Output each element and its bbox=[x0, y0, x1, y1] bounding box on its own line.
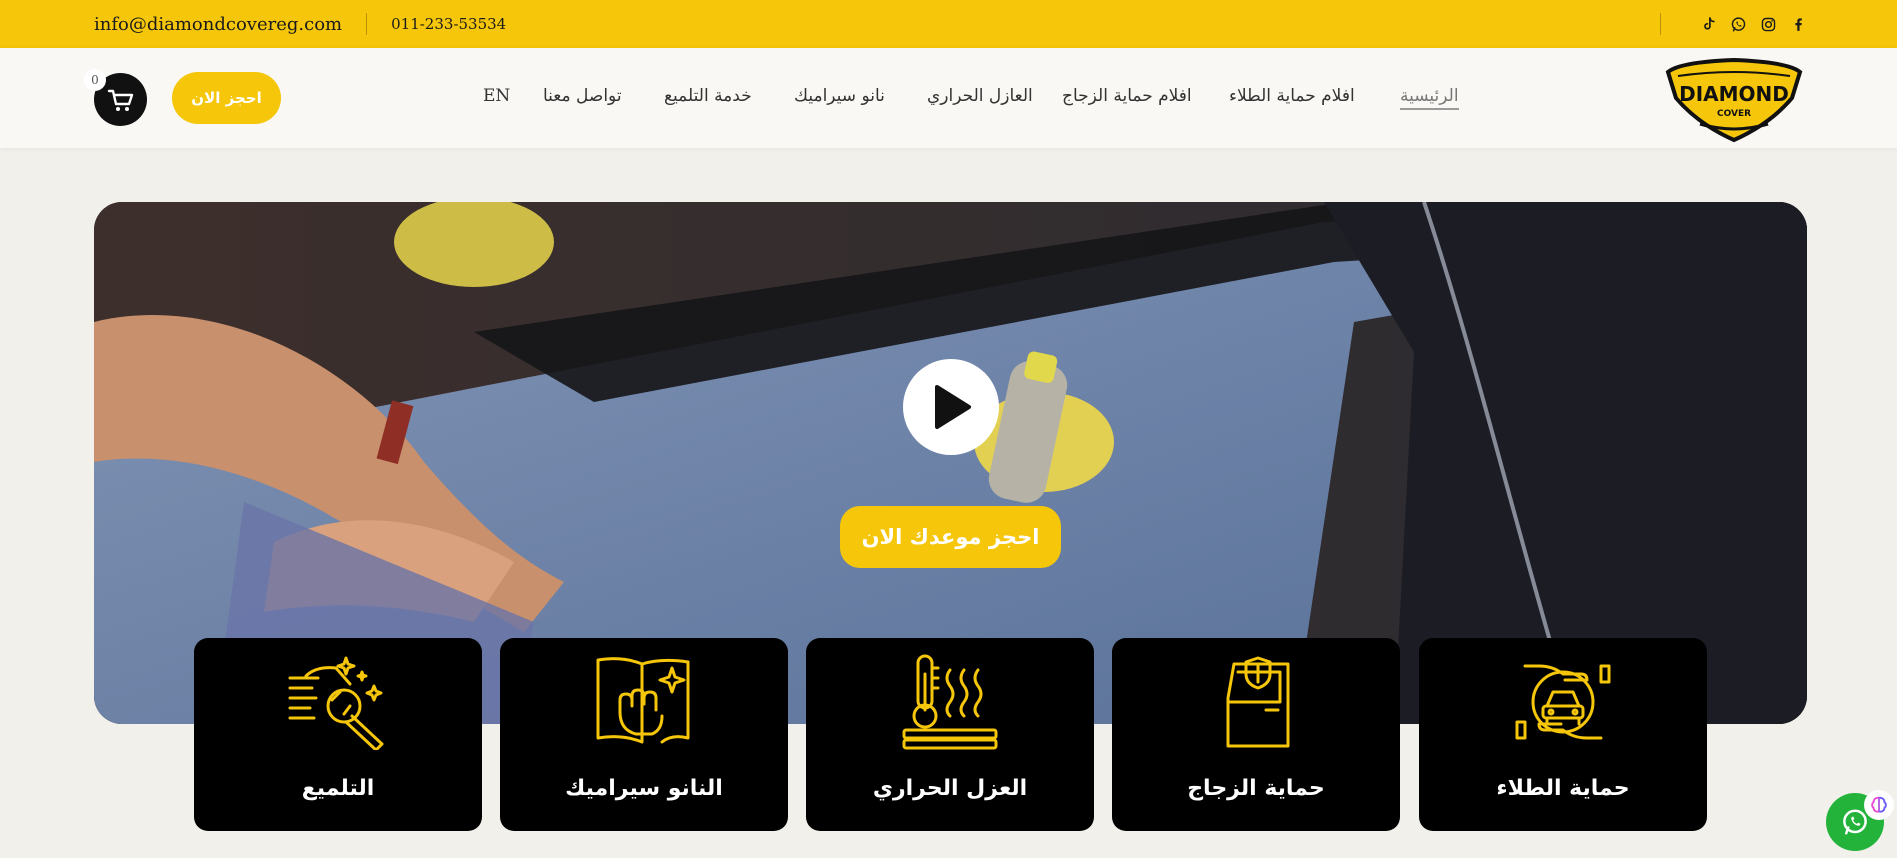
divider bbox=[1660, 13, 1661, 35]
divider bbox=[366, 13, 368, 35]
service-title: حماية الزجاج bbox=[1187, 776, 1325, 801]
facebook-icon[interactable] bbox=[1789, 15, 1807, 33]
phone-link[interactable]: 011-233-53534 bbox=[391, 15, 506, 33]
book-now-button[interactable]: احجز الان bbox=[172, 72, 281, 124]
instagram-icon[interactable] bbox=[1759, 15, 1777, 33]
contact-info: info@diamondcovereg.com 011-233-53534 bbox=[94, 13, 506, 35]
nav-item-paint-films[interactable]: افلام حماية الطلاء bbox=[1229, 86, 1355, 106]
thermometer-heat-icon bbox=[898, 654, 1002, 750]
logo-subtext: COVER bbox=[1717, 109, 1751, 119]
email-link[interactable]: info@diamondcovereg.com bbox=[94, 14, 342, 35]
hand-cloth-sparkle-icon bbox=[592, 654, 696, 750]
nav-item-nano-ceramic[interactable]: نانو سيراميك bbox=[794, 86, 885, 106]
top-bar: info@diamondcovereg.com 011-233-53534 bbox=[0, 0, 1897, 48]
car-protection-icon bbox=[1511, 654, 1615, 750]
main-header: 0 احجز الان EN تواصل معنا خدمة التلميع ن… bbox=[0, 48, 1897, 148]
brain-icon[interactable] bbox=[1864, 790, 1894, 820]
service-card-glass-protection[interactable]: حماية الزجاج bbox=[1112, 638, 1400, 831]
nav-item-home[interactable]: الرئيسية bbox=[1400, 86, 1459, 110]
service-card-heat-insulation[interactable]: العزل الحراري bbox=[806, 638, 1094, 831]
nav-item-glass-films[interactable]: افلام حماية الزجاج bbox=[1062, 86, 1192, 106]
service-title: حماية الطلاء bbox=[1496, 776, 1630, 801]
cart-button[interactable]: 0 bbox=[84, 69, 147, 126]
play-button[interactable] bbox=[903, 359, 999, 455]
service-card-nano-ceramic[interactable]: النانو سيراميك bbox=[500, 638, 788, 831]
social-links bbox=[1660, 13, 1807, 35]
nav-item-language[interactable]: EN bbox=[483, 86, 510, 106]
diamond-cover-logo[interactable]: DIAMOND COVER bbox=[1660, 54, 1808, 144]
service-title: النانو سيراميك bbox=[565, 776, 723, 801]
nav-item-polishing[interactable]: خدمة التلميع bbox=[664, 86, 752, 106]
logo-text: DIAMOND bbox=[1679, 82, 1789, 106]
book-appointment-button[interactable]: احجز موعدك الان bbox=[840, 506, 1061, 568]
nav-item-heat-insulation[interactable]: العازل الحراري bbox=[927, 86, 1033, 106]
whatsapp-icon[interactable] bbox=[1729, 15, 1747, 33]
play-icon bbox=[935, 385, 971, 429]
cart-count-badge: 0 bbox=[84, 69, 106, 91]
tiktok-icon[interactable] bbox=[1699, 15, 1717, 33]
nav-item-contact[interactable]: تواصل معنا bbox=[543, 86, 622, 106]
cart-icon bbox=[107, 89, 133, 111]
service-card-paint-protection[interactable]: حماية الطلاء bbox=[1419, 638, 1707, 831]
service-card-polishing[interactable]: التلميع bbox=[194, 638, 482, 831]
service-title: التلميع bbox=[301, 776, 375, 801]
car-polish-icon bbox=[286, 654, 390, 750]
glass-shield-icon bbox=[1204, 654, 1308, 750]
service-title: العزل الحراري bbox=[872, 776, 1028, 801]
